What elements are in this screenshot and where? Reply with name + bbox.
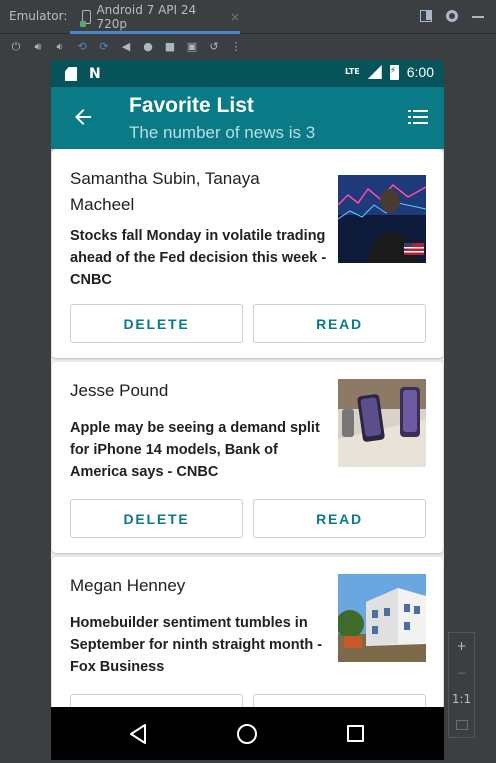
- news-card: Megan Henney Homebuilder sentiment tumbl…: [52, 557, 443, 707]
- home-icon[interactable]: ●: [141, 39, 155, 53]
- news-thumbnail[interactable]: [338, 574, 426, 662]
- status-time: 6:00: [406, 64, 434, 80]
- news-author: Megan Henney: [70, 576, 186, 595]
- snapshot-icon[interactable]: ↺: [207, 39, 221, 53]
- zoom-controls: + − 1:1: [448, 632, 475, 738]
- delete-button[interactable]: DELETE: [70, 304, 243, 343]
- more-icon[interactable]: ⋮: [229, 39, 243, 53]
- page-subtitle: The number of news is 3: [129, 123, 316, 142]
- news-author: Jesse Pound: [70, 381, 169, 400]
- minimize-icon[interactable]: [472, 10, 484, 18]
- tab-close-icon[interactable]: ×: [230, 10, 240, 24]
- news-author: Samantha Subin, Tanaya Macheel: [70, 169, 260, 214]
- news-thumbnail[interactable]: [338, 379, 426, 467]
- gear-icon[interactable]: [446, 10, 458, 22]
- zoom-out-button[interactable]: −: [456, 667, 466, 679]
- sd-card-icon: [65, 67, 77, 81]
- device-phone-icon: [79, 9, 92, 27]
- nav-back-icon[interactable]: [129, 724, 147, 744]
- status-bar: N LTE 6:00: [51, 60, 444, 87]
- list-icon[interactable]: [408, 109, 428, 125]
- power-icon[interactable]: ⏻: [9, 39, 23, 53]
- news-card: Samantha Subin, Tanaya Macheel Stocks fa…: [52, 149, 443, 358]
- delete-button[interactable]: DELETE: [70, 499, 243, 538]
- nav-recents-icon[interactable]: [347, 725, 364, 742]
- zoom-fit-icon[interactable]: [455, 719, 468, 730]
- network-type: LTE: [345, 67, 360, 76]
- layout-icon[interactable]: [420, 10, 432, 22]
- news-thumbnail[interactable]: [338, 175, 426, 263]
- emulator-device-tab[interactable]: Android 7 API 24 720p ×: [70, 2, 240, 34]
- emulator-tab-bar: Emulator: Android 7 API 24 720p ×: [0, 0, 496, 34]
- read-button[interactable]: READ: [253, 499, 426, 538]
- notification-n-icon: N: [89, 66, 101, 82]
- news-list[interactable]: Samantha Subin, Tanaya Macheel Stocks fa…: [51, 149, 444, 707]
- signal-icon: [367, 65, 382, 79]
- volume-up-icon[interactable]: 🔊︎: [31, 39, 45, 53]
- device-screen: N LTE 6:00 Favorite List The number of n…: [51, 60, 444, 760]
- nav-home-icon[interactable]: [237, 724, 257, 744]
- rotate-left-icon[interactable]: ⟲: [75, 39, 89, 53]
- zoom-in-button[interactable]: +: [456, 640, 466, 652]
- back-arrow-icon[interactable]: [71, 105, 95, 129]
- news-card: Jesse Pound Apple may be seeing a demand…: [52, 362, 443, 553]
- delete-button[interactable]: DELETE: [70, 694, 243, 707]
- emulator-tab-title: Android 7 API 24 720p: [96, 2, 197, 31]
- app-bar: Favorite List The number of news is 3: [51, 87, 444, 149]
- overview-icon[interactable]: ■: [163, 39, 177, 53]
- emulator-toolbar: ⏻ 🔊︎ 🔉︎ ⟲ ⟳ ◀ ● ■ ▣ ↺ ⋮: [0, 35, 496, 57]
- screenshot-icon[interactable]: ▣: [185, 39, 199, 53]
- volume-down-icon[interactable]: 🔉︎: [53, 39, 67, 53]
- emulator-label: Emulator:: [9, 9, 68, 23]
- page-title: Favorite List: [129, 94, 254, 117]
- news-headline[interactable]: Homebuilder sentiment tumbles in Septemb…: [70, 612, 330, 678]
- rotate-right-icon[interactable]: ⟳: [97, 39, 111, 53]
- read-button[interactable]: READ: [253, 694, 426, 707]
- navigation-bar: [51, 707, 444, 760]
- zoom-one-to-one-button[interactable]: 1:1: [452, 693, 471, 705]
- news-headline[interactable]: Apple may be seeing a demand split for i…: [70, 417, 330, 483]
- news-headline[interactable]: Stocks fall Monday in volatile trading a…: [70, 225, 330, 291]
- read-button[interactable]: READ: [253, 304, 426, 343]
- battery-charging-icon: [389, 64, 399, 80]
- back-icon[interactable]: ◀: [119, 39, 133, 53]
